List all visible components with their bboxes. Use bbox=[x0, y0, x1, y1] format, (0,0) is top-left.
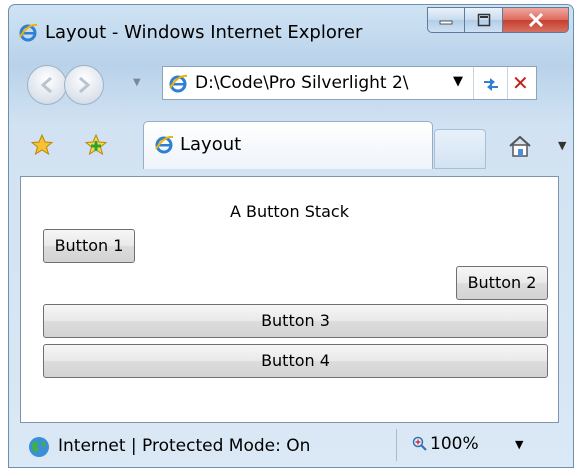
address-bar[interactable]: D:\Code\Pro Silverlight 2\ ▼ ✕ bbox=[162, 66, 537, 100]
back-icon bbox=[40, 76, 52, 94]
forward-button[interactable] bbox=[64, 65, 104, 105]
caption-buttons bbox=[427, 7, 569, 33]
add-favorites-icon[interactable] bbox=[84, 133, 108, 157]
home-icon[interactable] bbox=[507, 133, 533, 159]
page-content: A Button Stack Button 1 Button 2 Button … bbox=[20, 176, 559, 423]
home-dropdown[interactable]: ▼ bbox=[558, 139, 566, 152]
new-tab-button[interactable] bbox=[434, 129, 486, 169]
minimize-icon bbox=[439, 20, 453, 25]
maximize-icon bbox=[477, 13, 490, 27]
tab-bar: Layout ▼ bbox=[9, 119, 573, 175]
divider bbox=[473, 67, 474, 99]
button-3[interactable]: Button 3 bbox=[43, 304, 548, 338]
back-button[interactable] bbox=[27, 65, 67, 105]
divider bbox=[396, 429, 397, 461]
favorites-star-icon[interactable] bbox=[30, 133, 54, 157]
page-heading: A Button Stack bbox=[229, 202, 349, 221]
globe-icon bbox=[29, 437, 49, 457]
maximize-button[interactable] bbox=[465, 7, 503, 33]
ie-logo-icon bbox=[19, 23, 38, 42]
recent-pages-dropdown[interactable]: ▼ bbox=[133, 77, 141, 88]
tab-ie-icon bbox=[155, 135, 174, 154]
browser-window: Layout - Windows Internet Explorer ▼ D:\… bbox=[8, 4, 574, 468]
status-bar: Internet | Protected Mode: On 100% ▼ bbox=[9, 423, 573, 467]
address-dropdown[interactable]: ▼ bbox=[453, 74, 463, 89]
navigation-bar: ▼ D:\Code\Pro Silverlight 2\ ▼ ✕ bbox=[9, 53, 573, 115]
zoom-icon[interactable] bbox=[412, 436, 428, 452]
zoom-level[interactable]: 100% bbox=[430, 434, 479, 454]
stop-icon[interactable]: ✕ bbox=[512, 71, 529, 95]
close-icon bbox=[528, 13, 543, 27]
security-zone-label[interactable]: Internet | Protected Mode: On bbox=[58, 436, 310, 456]
address-url[interactable]: D:\Code\Pro Silverlight 2\ bbox=[195, 73, 440, 93]
tab-label: Layout bbox=[180, 134, 242, 155]
button-2[interactable]: Button 2 bbox=[456, 266, 548, 300]
forward-icon bbox=[79, 76, 91, 94]
refresh-icon[interactable] bbox=[481, 73, 501, 93]
minimize-button[interactable] bbox=[427, 7, 465, 33]
window-title: Layout - Windows Internet Explorer bbox=[45, 22, 363, 43]
button-4[interactable]: Button 4 bbox=[43, 344, 548, 378]
button-1[interactable]: Button 1 bbox=[43, 229, 135, 263]
tab-layout[interactable]: Layout bbox=[143, 121, 433, 169]
title-bar: Layout - Windows Internet Explorer bbox=[9, 5, 573, 49]
zoom-dropdown[interactable]: ▼ bbox=[515, 438, 523, 451]
divider bbox=[507, 67, 508, 99]
page-ie-icon bbox=[169, 74, 188, 93]
close-button[interactable] bbox=[503, 7, 569, 33]
